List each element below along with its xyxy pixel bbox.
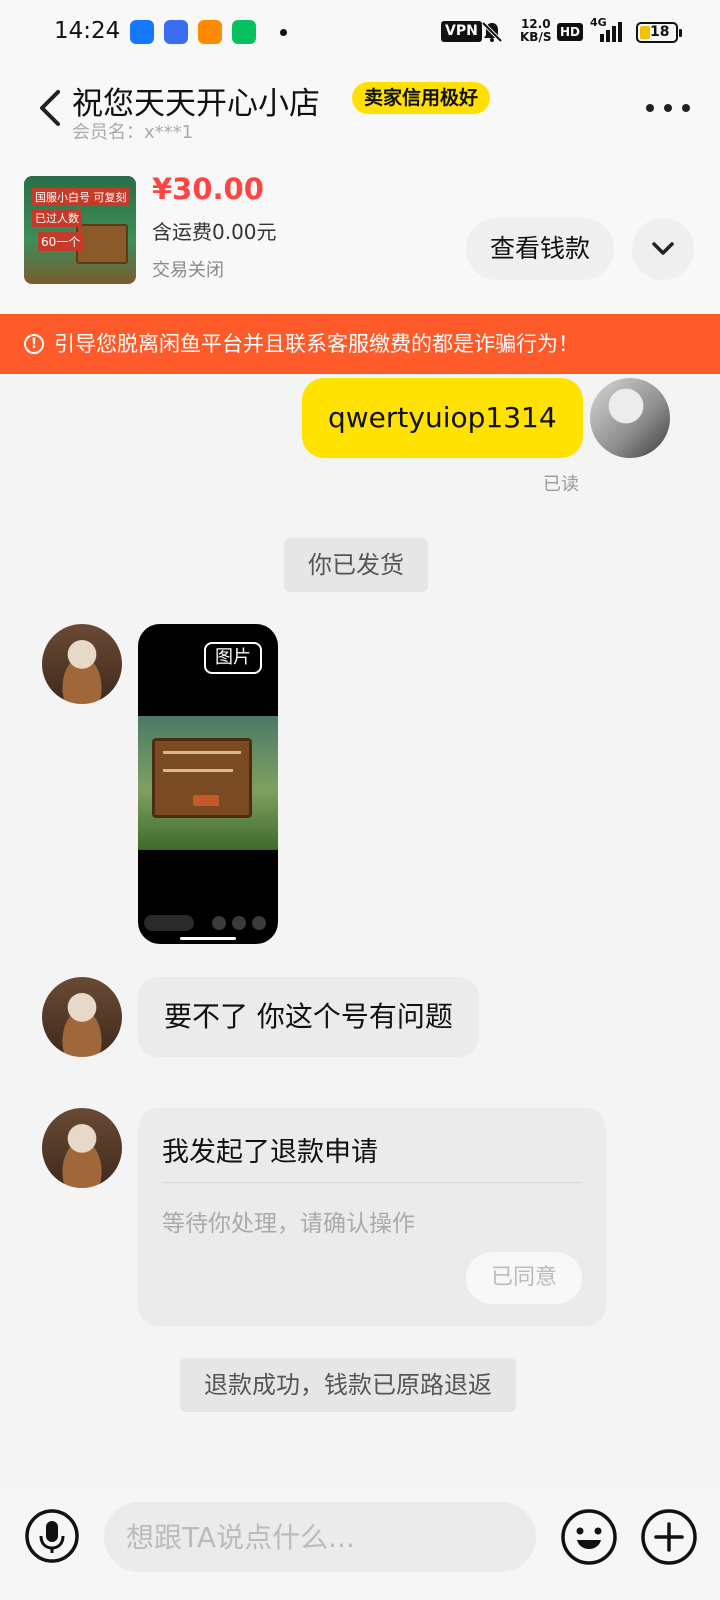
refund-subtitle: 等待你处理，请确认操作 [162,1211,415,1237]
agreed-button[interactable]: 已同意 [466,1252,582,1304]
video-app-icon [198,20,222,44]
message-input[interactable] [104,1502,536,1572]
product-thumbnail[interactable]: 国服小白号 可复刻 已过人数 60一个 [24,176,136,284]
microphone-icon[interactable] [24,1508,80,1564]
credit-badge: 卖家信用极好 [352,82,491,114]
seller-avatar[interactable] [42,977,122,1057]
my-message-bubble[interactable]: qwertyuiop1314 [302,378,583,458]
vpn-indicator: VPN [441,21,482,42]
chevron-left-icon[interactable] [34,86,64,130]
battery-icon: 18 [636,22,682,43]
shipped-notice: 你已发货 [284,538,428,592]
shipping-info: 含运费0.00元 [152,220,277,244]
screenshot-home-indicator [180,937,236,940]
read-status: 已读 [543,474,579,495]
screenshot-game-scene [138,716,278,850]
refund-success-notice: 退款成功，钱款已原路退返 [180,1358,516,1412]
image-tag: 图片 [204,642,262,674]
mute-bell-icon [481,21,503,43]
warning-text: 引导您脱离闲鱼平台并且联系客服缴费的都是诈骗行为！ [54,332,579,356]
app-notification-icon [164,20,188,44]
trade-status: 交易关闭 [152,260,224,281]
chat-header: 祝您天天开心小店 卖家信用极好 会员名：x***1 国服小白号 可复刻 已过人数… [0,64,720,314]
hd-indicator: HD [557,23,584,41]
status-time: 14:24 [54,18,121,44]
alipay-app-icon [130,20,154,44]
card-divider [162,1182,582,1183]
more-dots-icon[interactable] [646,102,690,114]
refund-title: 我发起了退款申请 [162,1137,378,1168]
emoji-icon[interactable] [560,1508,618,1566]
thumb-game-board [76,224,128,264]
image-message[interactable]: 图片 [138,624,278,944]
view-money-button[interactable]: 查看钱款 [466,218,614,280]
refund-request-card[interactable]: 我发起了退款申请 等待你处理，请确认操作 已同意 [138,1108,606,1326]
more-notifications-icon [280,29,287,36]
input-bar [0,1490,720,1600]
exclamation-circle-icon: ! [24,333,44,354]
plus-icon[interactable] [640,1508,698,1566]
my-avatar[interactable] [590,378,670,458]
member-name: 会员名：x***1 [72,122,194,143]
messages-app-icon [232,20,256,44]
status-bar: 14:24 VPN 12.0 KB/S HD 4G 18 [0,0,720,64]
screenshot-toolbar [144,914,272,932]
seller-avatar[interactable] [42,1108,122,1188]
fraud-warning-banner: ! 引导您脱离闲鱼平台并且联系客服缴费的都是诈骗行为！ [0,314,720,374]
chevron-down-icon [652,242,674,255]
network-speed: 12.0 KB/S [520,17,552,44]
signal-icon: 4G [590,16,626,44]
expand-button[interactable] [632,218,694,280]
product-price: ¥30.00 [152,172,264,206]
seller-avatar[interactable] [42,624,122,704]
seller-message-bubble[interactable]: 要不了 你这个号有问题 [138,977,479,1057]
shop-name[interactable]: 祝您天天开心小店 [72,78,320,123]
